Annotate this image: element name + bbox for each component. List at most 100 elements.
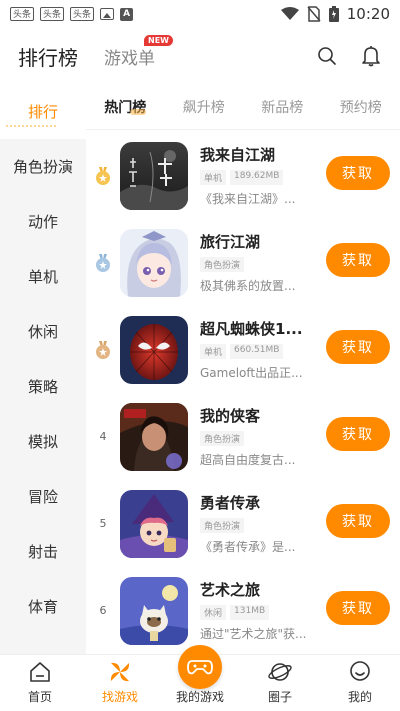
sidebar-item-label: 动作 <box>27 213 58 231</box>
game-icon[interactable] <box>120 402 188 471</box>
bottom-nav: 首页 找游戏 我的游戏 圈子 我的 <box>0 645 400 711</box>
nav-profile[interactable]: 我的 <box>320 655 400 711</box>
sidebar-item-single-player[interactable]: 单机 <box>0 249 86 304</box>
game-list: 我来自江湖 单机 189.62MB 《我来自江湖》... 获取 旅行江湖 角色扮… <box>86 132 400 654</box>
sidebar-item-shooter[interactable]: 射击 <box>0 524 86 579</box>
sidebar-item-action[interactable]: 动作 <box>0 194 86 249</box>
nav-find-games[interactable]: 找游戏 <box>80 655 160 711</box>
tab-preorder[interactable]: 预约榜 <box>340 97 382 117</box>
get-button[interactable]: 获取 <box>326 591 390 625</box>
category-tag: 角色扮演 <box>200 518 245 533</box>
home-icon <box>27 659 53 685</box>
get-button[interactable]: 获取 <box>326 504 390 538</box>
get-button[interactable]: 获取 <box>326 243 390 277</box>
sidebar-item-label: 角色扮演 <box>12 158 73 176</box>
nav-my-games[interactable]: 我的游戏 <box>160 645 240 711</box>
game-name: 旅行江湖 <box>200 233 261 251</box>
sidebar-item-simulation[interactable]: 模拟 <box>0 414 86 469</box>
search-icon[interactable] <box>316 45 338 67</box>
rank-number: 4 <box>99 430 107 443</box>
tab-game-list[interactable]: 游戏单 NEW <box>104 34 173 69</box>
nav-label: 圈子 <box>267 690 292 704</box>
game-icon[interactable] <box>120 315 188 384</box>
tab-game-list-label: 游戏单 <box>104 48 155 69</box>
game-icon[interactable] <box>120 141 188 210</box>
new-badge: NEW <box>144 34 173 46</box>
game-description: 超高自由度复古... <box>200 453 296 467</box>
nav-label: 我的 <box>347 690 372 704</box>
sidebar-item-label: 射击 <box>27 543 58 561</box>
sidebar-item-label: 休闲 <box>27 323 58 341</box>
list-item[interactable]: 超凡蜘蛛侠1... 单机 660.51MB Gameloft出品正... 获取 <box>86 306 400 393</box>
text-notification-icon: A <box>120 7 134 21</box>
category-tag: 休闲 <box>200 605 227 620</box>
get-button[interactable]: 获取 <box>326 156 390 190</box>
pinwheel-icon <box>107 659 133 685</box>
decorative-dots <box>6 125 56 127</box>
get-button[interactable]: 获取 <box>326 330 390 364</box>
game-description: 《勇者传承》是... <box>200 540 296 554</box>
size-tag: 189.62MB <box>230 170 284 185</box>
list-item[interactable]: 我来自江湖 单机 189.62MB 《我来自江湖》... 获取 <box>86 132 400 219</box>
rank-number: 6 <box>99 604 107 617</box>
game-description: 通过"艺术之旅"获... <box>200 627 307 641</box>
sidebar-item-label: 模拟 <box>27 433 58 451</box>
sidebar-item-label: 冒险 <box>27 488 58 506</box>
sidebar-item-label: 单机 <box>27 268 58 286</box>
game-icon[interactable] <box>120 576 188 645</box>
rank-cell <box>86 253 120 272</box>
size-tag: 660.51MB <box>230 344 284 359</box>
status-bar: 头条 头条 头条 A 10:20 <box>0 0 400 28</box>
game-name: 我的侠客 <box>200 407 261 425</box>
nav-label: 首页 <box>27 690 52 704</box>
game-icon[interactable] <box>120 489 188 558</box>
list-item[interactable]: 5 勇者传承 角色扮演 《勇者传承》是... 获取 <box>86 480 400 567</box>
game-name: 艺术之旅 <box>200 581 261 599</box>
clock: 10:20 <box>346 5 390 23</box>
category-tag: 角色扮演 <box>200 431 245 446</box>
notification-chip: 头条 <box>10 7 35 21</box>
list-item[interactable]: 4 我的侠客 角色扮演 超高自由度复古... 获取 <box>86 393 400 480</box>
game-description: 《我来自江湖》... <box>200 192 296 206</box>
tab-hot[interactable]: 热门榜 <box>104 97 147 117</box>
smiley-icon <box>347 659 373 685</box>
bell-icon[interactable] <box>360 45 382 67</box>
sidebar-item-label: 体育 <box>27 598 58 616</box>
sidebar-item-casual[interactable]: 休闲 <box>0 304 86 359</box>
category-tag: 单机 <box>200 344 227 359</box>
game-description: Gameloft出品正... <box>200 366 303 380</box>
category-tag: 角色扮演 <box>200 257 245 272</box>
silver-medal-icon <box>96 253 110 272</box>
game-name: 我来自江湖 <box>200 146 276 164</box>
sidebar-item-label: 排行 <box>27 103 58 121</box>
list-item[interactable]: 6 艺术之旅 休闲 131MB 通过"艺术之旅"获... 获取 <box>86 567 400 654</box>
nav-home[interactable]: 首页 <box>0 655 80 711</box>
get-button[interactable]: 获取 <box>326 417 390 451</box>
nav-label: 找游戏 <box>101 690 138 704</box>
wifi-icon <box>280 7 299 20</box>
sidebar-item-ranking[interactable]: 排行 <box>0 84 86 139</box>
tab-rising[interactable]: 飙升榜 <box>183 97 225 117</box>
sidebar-item-label: 策略 <box>27 378 58 396</box>
rank-cell <box>86 166 120 185</box>
sidebar-item-adventure[interactable]: 冒险 <box>0 469 86 524</box>
nav-circle[interactable]: 圈子 <box>240 655 320 711</box>
list-item[interactable]: 旅行江湖 角色扮演 极其佛系的放置... 获取 <box>86 219 400 306</box>
game-name: 超凡蜘蛛侠1... <box>200 320 303 338</box>
tab-new[interactable]: 新品榜 <box>261 97 303 117</box>
rank-cell <box>86 340 120 359</box>
sidebar-item-strategy[interactable]: 策略 <box>0 359 86 414</box>
game-icon[interactable] <box>120 228 188 297</box>
sidebar-item-sports[interactable]: 体育 <box>0 579 86 634</box>
image-notification-icon <box>100 8 115 20</box>
size-tag: 131MB <box>230 605 270 620</box>
gold-medal-icon <box>96 166 110 185</box>
no-sim-icon <box>307 6 321 22</box>
category-sidebar: 排行 角色扮演 动作 单机 休闲 策略 模拟 冒险 射击 体育 <box>0 84 86 654</box>
top-header: 排行榜 游戏单 NEW <box>0 28 400 84</box>
nav-label: 我的游戏 <box>175 690 224 704</box>
gamepad-icon <box>178 645 222 689</box>
notification-chip: 头条 <box>40 7 65 21</box>
page-title[interactable]: 排行榜 <box>18 42 78 71</box>
sidebar-item-rpg[interactable]: 角色扮演 <box>0 139 86 194</box>
